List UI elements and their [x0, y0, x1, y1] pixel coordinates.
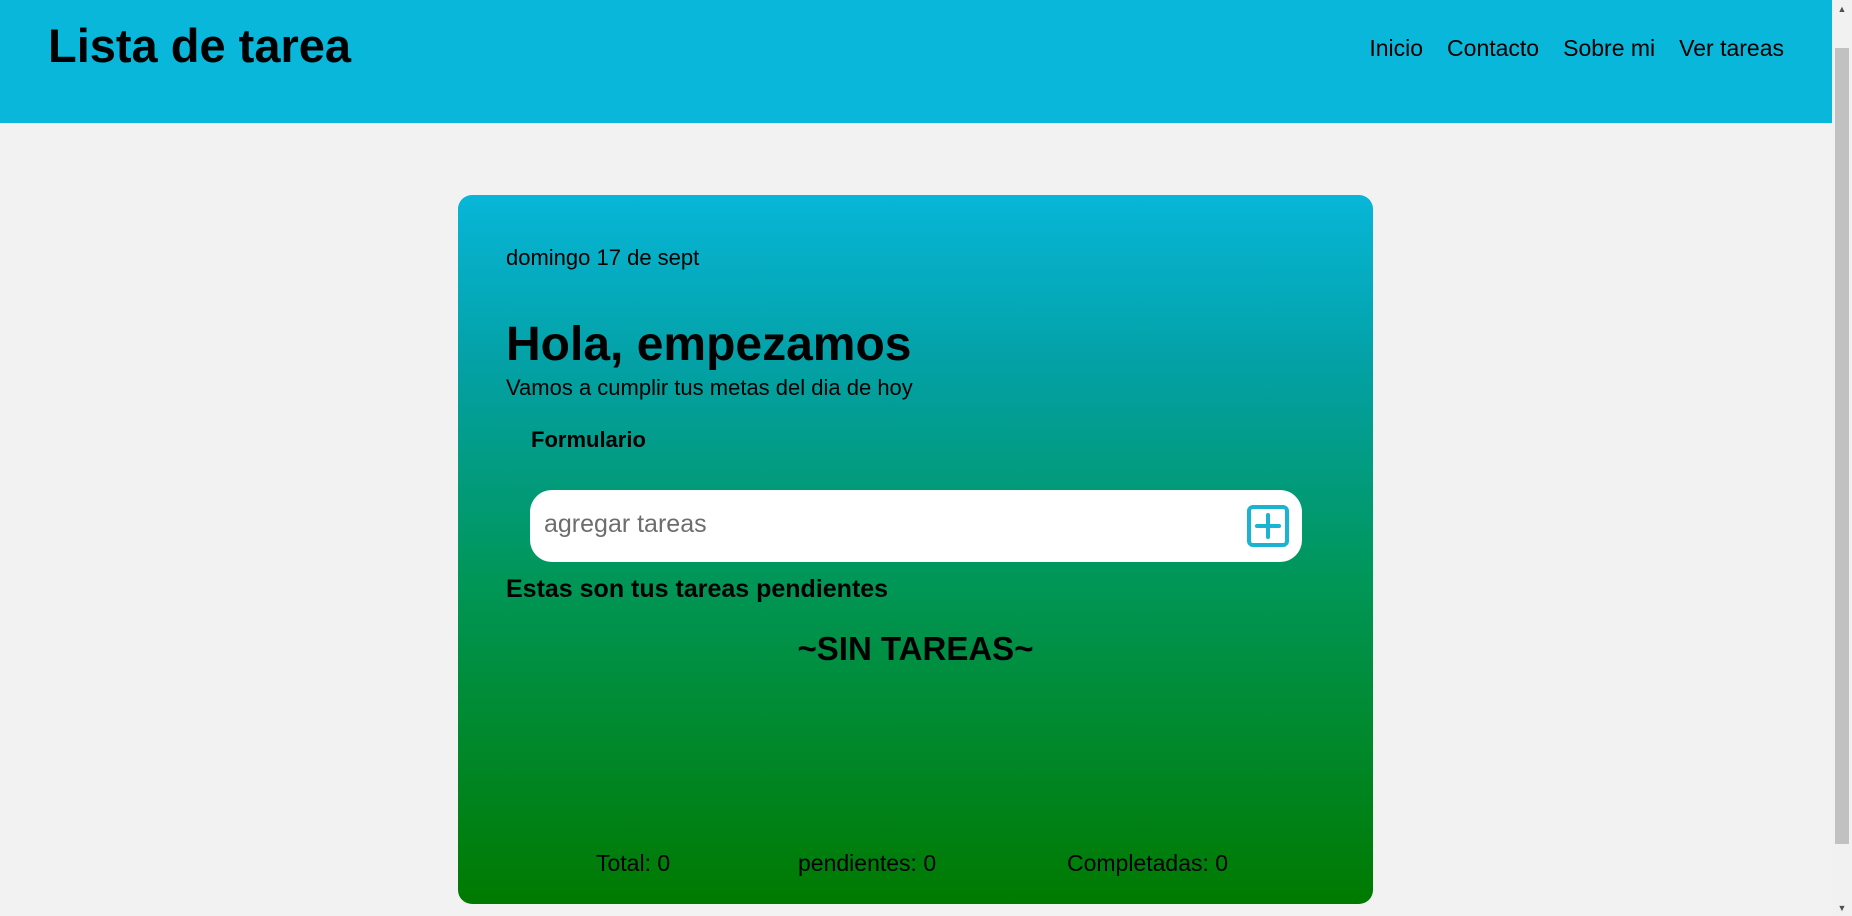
add-task-form — [530, 490, 1302, 562]
greeting-heading: Hola, empezamos — [506, 318, 912, 371]
greeting-subtitle: Vamos a cumplir tus metas del dia de hoy — [506, 375, 913, 400]
nav-link-inicio[interactable]: Inicio — [1369, 33, 1423, 63]
add-task-button[interactable] — [1246, 504, 1290, 548]
app-title: Lista de tarea — [48, 19, 352, 72]
stat-total: Total: 0 — [596, 850, 671, 876]
nav-link-ver-tareas[interactable]: Ver tareas — [1679, 33, 1784, 63]
nav-link-sobre-mi[interactable]: Sobre mi — [1563, 33, 1655, 63]
task-input[interactable] — [544, 504, 1224, 544]
plus-square-icon — [1247, 505, 1289, 547]
scroll-down-arrow-icon[interactable]: ▼ — [1832, 899, 1852, 916]
main-nav: Inicio Contacto Sobre mi Ver tareas — [1369, 33, 1784, 63]
empty-tasks-message: ~SIN TAREAS~ — [797, 630, 1034, 667]
vertical-scrollbar[interactable]: ▲ ▼ — [1832, 0, 1852, 916]
current-date: domingo 17 de sept — [506, 245, 700, 270]
stat-completed: Completadas: 0 — [1067, 850, 1229, 876]
pending-tasks-heading: Estas son tus tareas pendientes — [506, 575, 889, 603]
scrollbar-thumb[interactable] — [1835, 48, 1849, 844]
task-stats: Total: 0 pendientes: 0 Completadas: 0 — [458, 847, 1373, 879]
app-header: Lista de tarea Inicio Contacto Sobre mi … — [0, 0, 1832, 123]
nav-link-contacto[interactable]: Contacto — [1447, 33, 1539, 63]
scroll-up-arrow-icon[interactable]: ▲ — [1832, 0, 1852, 17]
task-card: domingo 17 de sept Hola, empezamos Vamos… — [458, 195, 1373, 904]
stat-pending: pendientes: 0 — [798, 850, 937, 876]
form-label: Formulario — [531, 427, 646, 452]
